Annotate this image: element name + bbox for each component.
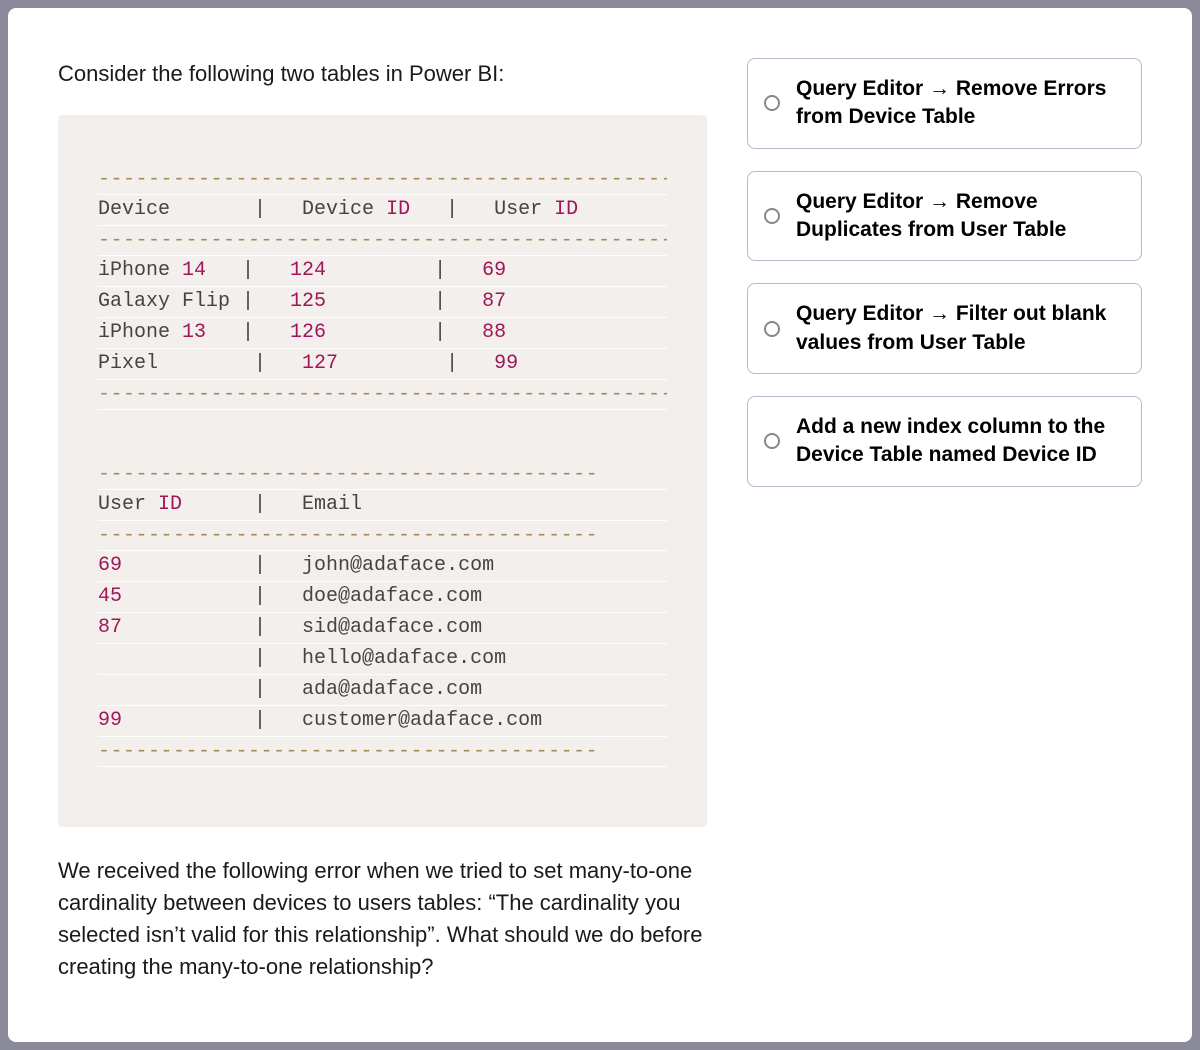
table-row: 99 | customer@adaface.com	[98, 706, 667, 737]
table-divider: ----------------------------------------	[98, 737, 667, 767]
question-intro: Consider the following two tables in Pow…	[58, 58, 707, 90]
radio-icon	[764, 95, 780, 111]
table-row: iPhone 14 | 124 | 69	[98, 256, 667, 287]
radio-icon	[764, 321, 780, 337]
radio-icon	[764, 433, 780, 449]
table-divider: ----------------------------------------	[98, 460, 667, 490]
option-label: Query Editor → Remove Errors from Device…	[796, 75, 1119, 132]
question-outro: We received the following error when we …	[58, 855, 707, 983]
table-divider: ----------------------------------------…	[98, 226, 667, 256]
table-row: Galaxy Flip | 125 | 87	[98, 287, 667, 318]
options-column: Query Editor → Remove Errors from Device…	[747, 58, 1142, 982]
option-label: Add a new index column to the Device Tab…	[796, 413, 1119, 470]
answer-option-1[interactable]: Query Editor → Remove Duplicates from Us…	[747, 171, 1142, 262]
answer-option-3[interactable]: Add a new index column to the Device Tab…	[747, 396, 1142, 487]
option-label: Query Editor → Filter out blank values f…	[796, 300, 1119, 357]
table-divider: ----------------------------------------…	[98, 380, 667, 410]
table-divider: ----------------------------------------	[98, 521, 667, 551]
radio-icon	[764, 208, 780, 224]
device-table: ----------------------------------------…	[98, 165, 667, 410]
table-header: Device | Device ID | User ID	[98, 195, 667, 226]
table-row: 87 | sid@adaface.com	[98, 613, 667, 644]
option-label: Query Editor → Remove Duplicates from Us…	[796, 188, 1119, 245]
table-row: | ada@adaface.com	[98, 675, 667, 706]
table-row: 45 | doe@adaface.com	[98, 582, 667, 613]
table-row: Pixel | 127 | 99	[98, 349, 667, 380]
table-row: | hello@adaface.com	[98, 644, 667, 675]
table-row: 69 | john@adaface.com	[98, 551, 667, 582]
question-column: Consider the following two tables in Pow…	[58, 58, 707, 982]
table-divider: ----------------------------------------…	[98, 165, 667, 195]
table-header: User ID | Email	[98, 490, 667, 521]
answer-option-0[interactable]: Query Editor → Remove Errors from Device…	[747, 58, 1142, 149]
code-block: ----------------------------------------…	[58, 115, 707, 827]
table-row: iPhone 13 | 126 | 88	[98, 318, 667, 349]
quiz-container: Consider the following two tables in Pow…	[8, 8, 1192, 1042]
answer-option-2[interactable]: Query Editor → Filter out blank values f…	[747, 283, 1142, 374]
user-table: ----------------------------------------…	[98, 460, 667, 767]
